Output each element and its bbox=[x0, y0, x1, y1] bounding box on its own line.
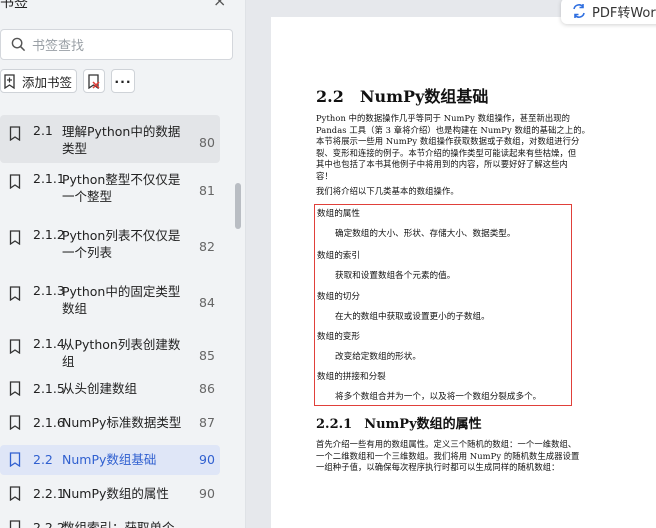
pdf-to-word-label: PDF转Word bbox=[592, 5, 656, 21]
toc-item-title: 理解Python中的数据类型 bbox=[62, 124, 181, 156]
bookmark-icon bbox=[9, 126, 21, 141]
body-line: 一组种子值，以确保每次程序执行时都可以生成同样的随机数组： bbox=[316, 462, 560, 473]
toc-item-title: Python中的固定类型数组 bbox=[62, 284, 181, 316]
definition-description: 获取和设置数组各个元素的值。 bbox=[335, 271, 456, 281]
more-options-button[interactable]: ··· bbox=[111, 69, 136, 93]
intro-line: 其中也包括了本书其他例子中将用到的内容，所以要好好了解这些内 bbox=[316, 159, 568, 170]
toc-item-number: 2.1.3 bbox=[33, 283, 65, 298]
toc-item-title: 数组索引：获取单个 bbox=[62, 520, 175, 528]
section-title: NumPy数组基础 bbox=[359, 87, 489, 106]
toc-item-page: 81 bbox=[199, 183, 215, 198]
definition-term: 数组的变形 bbox=[317, 332, 360, 342]
toc-item-number: 2.1.5 bbox=[33, 381, 65, 396]
subsection-heading: 2.2.1 NumPy数组的属性 bbox=[316, 413, 482, 432]
toc-item-number: 2.2.2 bbox=[33, 520, 65, 528]
bookmark-icon bbox=[9, 286, 21, 301]
add-bookmark-icon bbox=[4, 73, 15, 89]
toc-item-page: 87 bbox=[199, 415, 215, 430]
toc-item-title: NumPy数组基础 bbox=[62, 452, 157, 467]
definition-description: 在大的数组中获取或设置更小的子数组。 bbox=[335, 312, 490, 322]
toc-item-2[interactable]: 2.1.1 Python整型不仅仅是一个整型 81 bbox=[0, 163, 220, 211]
section-number: 2.2 bbox=[316, 87, 344, 106]
definition-term: 数组的属性 bbox=[317, 209, 360, 219]
bookmark-icon bbox=[9, 452, 21, 467]
toc-item-page: 80 bbox=[199, 135, 215, 150]
definition-description: 改变给定数组的形状。 bbox=[335, 352, 421, 362]
bookmark-icon bbox=[9, 415, 21, 430]
intro-line: 容！ bbox=[316, 171, 333, 181]
toc-item-page: 86 bbox=[199, 381, 215, 396]
bookmark-icon bbox=[9, 381, 21, 396]
lead-paragraph: 我们将介绍以下几类基本的数组操作。 bbox=[316, 186, 459, 196]
toc-item-page: 85 bbox=[199, 348, 215, 363]
delete-bookmark-icon bbox=[88, 73, 100, 89]
toc-item-9[interactable]: 2.2.1 NumPy数组的属性 90 bbox=[0, 482, 220, 506]
intro-line: Python 中的数据操作几乎等同于 NumPy 数组操作，甚至新出现的 bbox=[316, 113, 571, 123]
definition-term: 数组的索引 bbox=[317, 251, 360, 261]
intro-line: Pandas 工具（第 3 章将介绍）也是构建在 NumPy 数组的基础之上的。 bbox=[316, 124, 591, 135]
toc-item-5[interactable]: 2.1.4 从Python列表创建数组 85 bbox=[0, 328, 220, 376]
bookmark-icon bbox=[9, 520, 21, 528]
panel-title: 书签 bbox=[0, 0, 28, 11]
toc-item-page: 90 bbox=[199, 486, 215, 501]
toc-item-7[interactable]: 2.1.6 NumPy标准数据类型 87 bbox=[0, 411, 220, 435]
definition-description: 确定数组的大小、形状、存储大小、数据类型。 bbox=[335, 229, 516, 239]
search-placeholder: 书签查找 bbox=[32, 39, 85, 54]
delete-bookmark-button[interactable] bbox=[83, 69, 106, 93]
bookmark-icon bbox=[9, 230, 21, 245]
bookmark-icon bbox=[9, 339, 21, 354]
toc-item-number: 2.1.2 bbox=[33, 227, 65, 242]
definition-term: 数组的切分 bbox=[317, 292, 360, 302]
bookmark-icon bbox=[9, 174, 21, 189]
toc-item-number: 2.1.4 bbox=[33, 336, 65, 351]
close-icon[interactable]: × bbox=[213, 0, 226, 10]
subsection-title: NumPy数组的属性 bbox=[364, 417, 482, 432]
intro-line: 裂、变形和连接的例子。本节介绍的操作类型可能读起来有些枯燥，但 bbox=[316, 147, 577, 158]
toc-item-page: 84 bbox=[199, 295, 215, 310]
toc-item-page: 90 bbox=[199, 452, 215, 467]
pdf-page: 2.2 NumPy数组基础 Python 中的数据操作几乎等同于 NumPy 数组… bbox=[271, 17, 656, 528]
toc-item-number: 2.1 bbox=[33, 123, 53, 138]
bookmark-toolbar: 添加书签 ··· bbox=[0, 69, 136, 93]
add-bookmark-button[interactable]: 添加书签 bbox=[0, 69, 78, 93]
toc-item-title: Python列表不仅仅是一个列表 bbox=[62, 228, 181, 260]
toc-item-8[interactable]: 2.2 NumPy数组基础 90 bbox=[0, 445, 220, 475]
scrollbar-thumb[interactable] bbox=[235, 183, 241, 229]
toc-item-number: 2.2 bbox=[33, 452, 53, 467]
toc-item-title: NumPy数组的属性 bbox=[62, 486, 169, 501]
toc-item-number: 2.1.1 bbox=[33, 171, 65, 186]
search-icon bbox=[11, 37, 26, 52]
section-heading: 2.2 NumPy数组基础 bbox=[316, 83, 488, 107]
toc-item-6[interactable]: 2.1.5 从头创建数组 86 bbox=[0, 377, 220, 401]
toc-item-title: Python整型不仅仅是一个整型 bbox=[62, 172, 181, 204]
intro-line: 本节将展示一些用 NumPy 数组操作获取数据或子数组，对数组进行分 bbox=[316, 136, 580, 147]
bookmark-search-input[interactable]: 书签查找 bbox=[0, 29, 233, 60]
body-line: 一个二维数组和一个三维数组。我们将用 NumPy 的随机数生成器设置 bbox=[316, 450, 580, 461]
toc-item-number: 2.2.1 bbox=[33, 486, 65, 501]
pdf-to-word-button[interactable]: PDF转Word bbox=[561, 0, 656, 24]
toc-item-1[interactable]: 2.1 理解Python中的数据类型 80 bbox=[0, 115, 220, 163]
toc-item-title: 从头创建数组 bbox=[62, 381, 138, 396]
definition-term: 数组的拼接和分裂 bbox=[317, 372, 386, 382]
subsection-number: 2.2.1 bbox=[316, 417, 353, 432]
bookmark-panel: 书签 × 书签查找 添加书签 ··· 2.1 理解Python中的数据类型 80 2.… bbox=[0, 0, 246, 528]
toc-item-3[interactable]: 2.1.2 Python列表不仅仅是一个列表 82 bbox=[0, 219, 220, 267]
toc-item-page: 82 bbox=[199, 239, 215, 254]
add-bookmark-label: 添加书签 bbox=[22, 74, 73, 90]
toc-item-title: NumPy标准数据类型 bbox=[62, 415, 182, 430]
toc-item-10[interactable]: 2.2.2 数组索引：获取单个 bbox=[0, 513, 220, 528]
bookmark-icon bbox=[9, 486, 21, 501]
definition-description: 将多个数组合并为一个，以及将一个数组分裂成多个。 bbox=[335, 392, 542, 402]
toc-item-number: 2.1.6 bbox=[33, 415, 65, 430]
toc-item-4[interactable]: 2.1.3 Python中的固定类型数组 84 bbox=[0, 275, 220, 323]
convert-icon bbox=[573, 4, 585, 18]
toc-item-title: 从Python列表创建数组 bbox=[62, 337, 181, 369]
body-line: 首先介绍一些有用的数组属性。定义三个随机的数组：一个一维数组、 bbox=[316, 439, 577, 449]
